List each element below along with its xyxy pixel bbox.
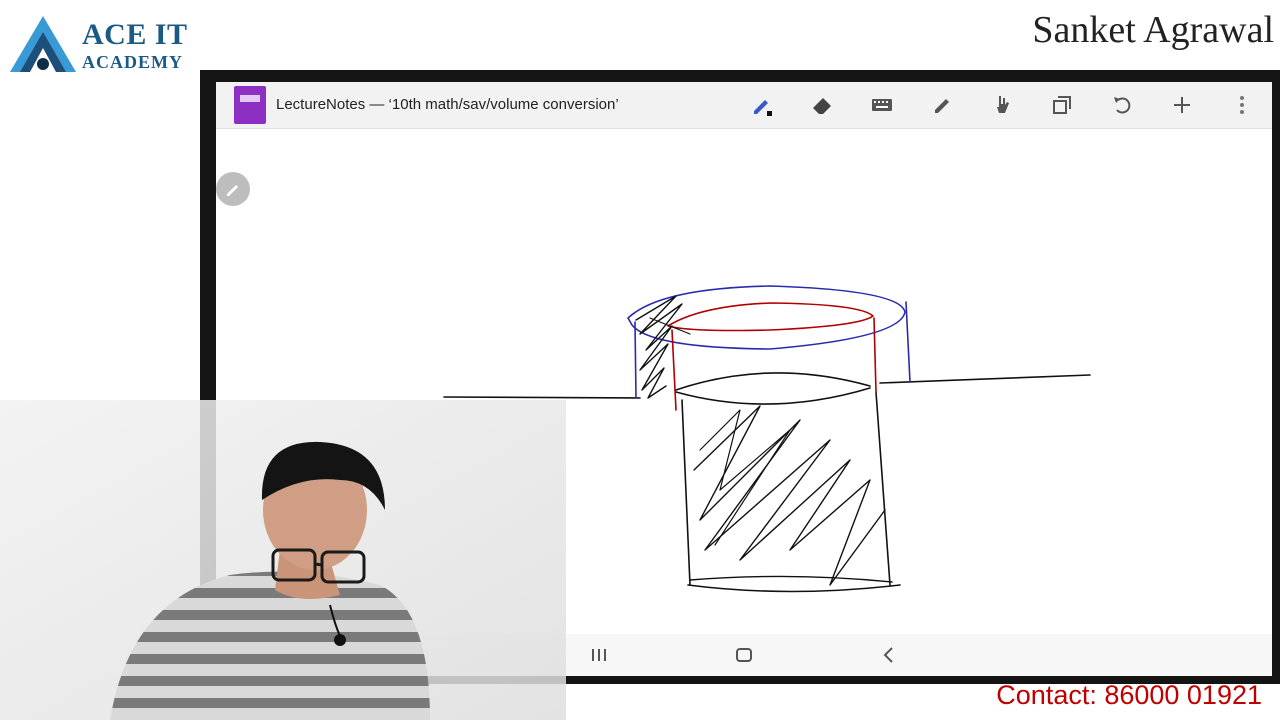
app-toolbar: LectureNotes — ‘10th math/sav/volume con…	[216, 82, 1272, 129]
undo-icon[interactable]	[1110, 93, 1134, 117]
notebook-title: LectureNotes — ‘10th math/sav/volume con…	[276, 96, 619, 113]
keyboard-icon[interactable]	[870, 93, 894, 117]
pen-icon	[227, 185, 238, 196]
logo-subtitle: ACADEMY	[82, 52, 183, 72]
presenter-name: Sanket Agrawal	[1032, 9, 1274, 51]
notebook-icon[interactable]	[234, 86, 266, 124]
pen-icon[interactable]	[750, 93, 774, 117]
more-vert-icon[interactable]	[1230, 93, 1254, 117]
recent-apps-icon[interactable]	[587, 643, 611, 667]
add-icon[interactable]	[1170, 93, 1194, 117]
highlighter-icon[interactable]	[930, 93, 954, 117]
presenter-webcam	[0, 400, 566, 720]
back-icon[interactable]	[877, 643, 901, 667]
academy-logo: ACE IT ACADEMY	[8, 14, 198, 76]
floating-pen-button[interactable]	[216, 172, 250, 206]
copy-icon[interactable]	[1050, 93, 1074, 117]
eraser-icon[interactable]	[810, 93, 834, 117]
triangle-logo-icon	[10, 16, 76, 72]
hand-icon[interactable]	[990, 93, 1014, 117]
contact-number: Contact: 86000 01921	[996, 680, 1262, 710]
home-icon[interactable]	[732, 643, 756, 667]
logo-title: ACE IT	[82, 18, 188, 51]
